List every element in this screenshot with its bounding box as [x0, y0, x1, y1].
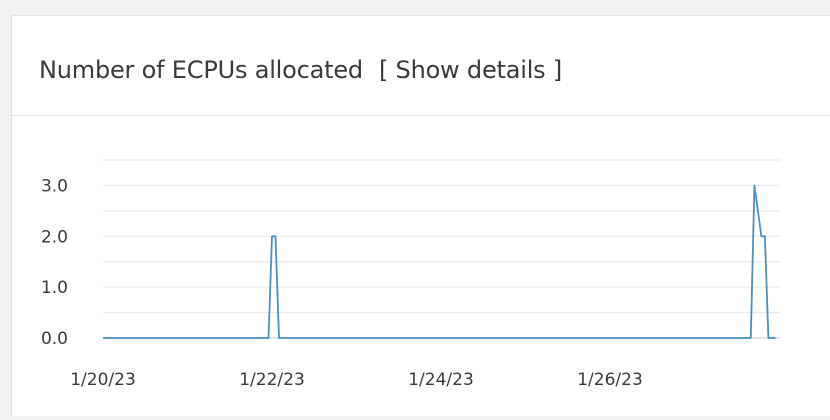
- line-chart: 0.0 1.0 2.0 3.0 1/20/23 1/22/23 1/24/23 1/26/23: [41, 159, 780, 390]
- y-tick-label: 2.0: [41, 227, 68, 247]
- y-tick-label: 1.0: [41, 278, 68, 298]
- x-tick-label: 1/20/23: [70, 370, 136, 390]
- x-tick-label: 1/22/23: [239, 370, 305, 390]
- x-tick-label: 1/26/23: [577, 370, 643, 390]
- y-tick-label: 0.0: [41, 329, 68, 349]
- x-tick-label: 1/24/23: [408, 370, 474, 390]
- chart-area: 0.0 1.0 2.0 3.0 1/20/23 1/22/23 1/24/23 1/26/23: [0, 0, 830, 416]
- y-tick-label: 3.0: [41, 176, 68, 196]
